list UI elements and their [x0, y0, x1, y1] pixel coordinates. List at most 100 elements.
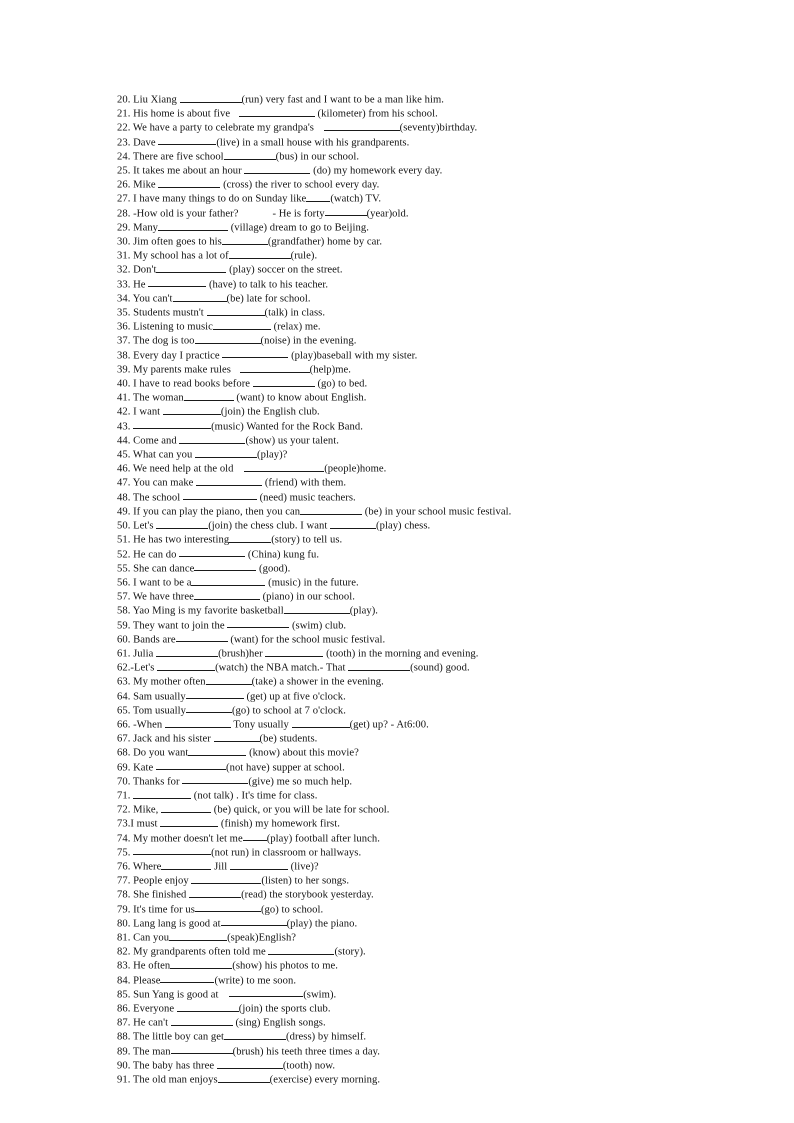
question-line: 88. The little boy can get (dress) by him… [117, 1030, 677, 1044]
answer-blank[interactable] [156, 761, 227, 771]
answer-blank[interactable] [213, 732, 260, 742]
answer-blank[interactable] [195, 448, 258, 458]
answer-blank[interactable] [194, 334, 261, 345]
answer-blank[interactable] [224, 1030, 287, 1041]
answer-blank[interactable] [244, 462, 325, 472]
question-line: 56. I want to be a (music) in the future… [117, 576, 677, 590]
question-text: I must [130, 818, 161, 830]
question-text: Do you want [130, 747, 189, 759]
answer-blank[interactable] [228, 249, 291, 259]
question-text: (go) to school at 7 o'clock. [231, 705, 346, 717]
answer-blank[interactable] [221, 235, 268, 245]
answer-blank[interactable] [223, 150, 276, 160]
answer-blank[interactable] [162, 405, 221, 416]
answer-blank[interactable] [205, 675, 252, 686]
answer-blank[interactable] [194, 562, 257, 572]
answer-blank[interactable] [175, 633, 228, 643]
answer-blank[interactable] [156, 263, 227, 274]
answer-blank[interactable] [185, 690, 244, 700]
answer-blank[interactable] [170, 1016, 233, 1026]
answer-blank[interactable] [148, 278, 207, 288]
question-text: My mother doesn't let me [130, 833, 243, 845]
answer-blank[interactable] [189, 888, 242, 899]
answer-blank[interactable] [158, 136, 217, 146]
answer-blank[interactable] [191, 576, 266, 586]
answer-blank[interactable] [170, 1045, 233, 1055]
answer-blank[interactable] [185, 704, 232, 714]
answer-blank[interactable] [306, 192, 331, 203]
question-number: 36. [117, 321, 131, 333]
question-text: My grandparents often told me [130, 946, 269, 958]
answer-blank[interactable] [252, 377, 315, 387]
question-number: 89. [117, 1046, 131, 1058]
answer-blank[interactable] [170, 959, 233, 970]
answer-blank[interactable] [330, 519, 377, 529]
answer-blank[interactable] [300, 505, 363, 515]
question-text: (music) Wanted for the Rock Band. [211, 421, 363, 433]
answer-blank[interactable] [156, 647, 219, 657]
answer-blank[interactable] [182, 775, 249, 785]
answer-blank[interactable] [229, 988, 304, 998]
answer-blank[interactable] [176, 1002, 239, 1012]
answer-blank[interactable] [268, 945, 335, 955]
answer-blank[interactable] [133, 789, 192, 799]
answer-blank[interactable] [239, 363, 310, 373]
answer-blank[interactable] [216, 1059, 283, 1069]
answer-blank[interactable] [160, 974, 215, 984]
question-text: (live) in a small house with his grandpa… [216, 137, 410, 149]
answer-blank[interactable] [222, 349, 289, 359]
answer-blank[interactable] [244, 164, 311, 174]
answer-blank[interactable] [212, 320, 271, 330]
answer-blank[interactable] [156, 519, 209, 529]
answer-blank[interactable] [161, 803, 212, 813]
answer-blank[interactable] [229, 533, 272, 543]
answer-blank[interactable] [172, 292, 227, 302]
answer-blank[interactable] [179, 548, 246, 558]
answer-blank[interactable] [206, 306, 265, 316]
answer-blank[interactable] [196, 476, 263, 487]
answer-blank[interactable] [265, 647, 324, 657]
answer-blank[interactable] [158, 178, 221, 188]
answer-blank[interactable] [157, 661, 216, 671]
answer-blank[interactable] [188, 746, 247, 757]
answer-blank[interactable] [158, 221, 229, 231]
answer-blank[interactable] [133, 420, 212, 430]
answer-blank[interactable] [283, 604, 350, 614]
answer-blank[interactable] [182, 491, 257, 501]
answer-blank[interactable] [242, 832, 267, 842]
answer-blank[interactable] [164, 718, 231, 728]
question-number: 42. [117, 406, 131, 418]
answer-blank[interactable] [194, 903, 261, 913]
question-line: 23. Dave (live) in a small house with hi… [117, 136, 677, 150]
question-text: You can make [130, 477, 197, 489]
answer-blank[interactable] [220, 917, 287, 927]
question-text: (sing) English songs. [232, 1017, 326, 1029]
answer-blank[interactable] [291, 718, 350, 728]
answer-blank[interactable] [183, 391, 234, 401]
answer-blank[interactable] [193, 590, 260, 600]
question-number: 51. [117, 534, 131, 546]
question-text: Every day I practice [130, 350, 223, 362]
answer-blank[interactable] [161, 860, 212, 870]
question-line: 39. My parents make rules (help)me. [117, 363, 677, 377]
question-text: (play) soccer on the street. [226, 264, 343, 276]
answer-blank[interactable] [238, 107, 315, 117]
question-text: (cross) the river to school every day. [220, 179, 380, 191]
question-text: Julia [130, 648, 157, 660]
answer-blank[interactable] [323, 121, 400, 132]
question-text: (village) dream to go to Beijing. [228, 222, 369, 234]
question-text: You can't [130, 293, 173, 305]
answer-blank[interactable] [227, 619, 290, 629]
answer-blank[interactable] [179, 434, 246, 444]
question-text: - He is forty [272, 208, 325, 220]
question-line: 48. The school (need) music teachers. [117, 491, 677, 505]
answer-blank[interactable] [217, 1073, 270, 1083]
answer-blank[interactable] [348, 661, 411, 671]
answer-blank[interactable] [169, 931, 228, 941]
answer-blank[interactable] [160, 817, 219, 828]
answer-blank[interactable] [324, 207, 367, 217]
answer-blank[interactable] [179, 93, 242, 103]
answer-blank[interactable] [133, 846, 212, 856]
answer-blank[interactable] [191, 874, 262, 884]
answer-blank[interactable] [229, 860, 288, 870]
